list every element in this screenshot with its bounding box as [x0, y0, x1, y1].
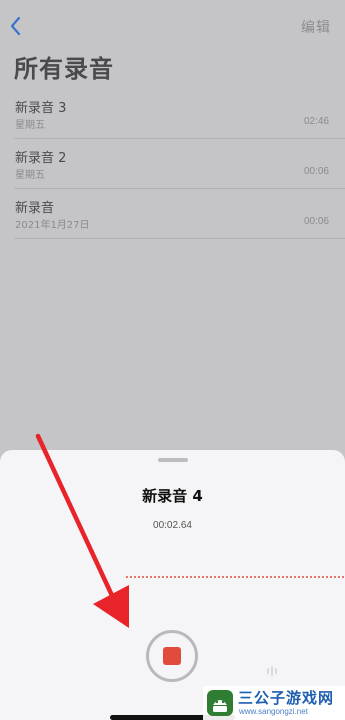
recording-name: 新录音 2: [15, 151, 67, 166]
recording-name: 新录音 3: [15, 101, 67, 116]
stop-recording-button[interactable]: [146, 630, 198, 682]
audio-waveform: [125, 576, 345, 578]
voice-memos-screen: 编辑 所有录音 新录音 3 星期五 02:46 新录音 2 星期五 00:06 …: [0, 0, 345, 720]
recording-name: 新录音: [15, 201, 55, 216]
recording-timer: 00:02.64: [153, 520, 192, 531]
android-logo-icon: [207, 690, 233, 716]
recording-duration: 00:06: [303, 166, 329, 177]
recording-sheet: 新录音 4 00:02.64: [0, 450, 345, 720]
chevron-left-icon[interactable]: [8, 15, 22, 37]
recording-duration: 02:46: [303, 116, 329, 127]
recording-item[interactable]: 新录音 2021年1月27日 00:06: [14, 189, 345, 239]
watermark-title: 三公子游戏网: [238, 689, 335, 707]
recording-item[interactable]: 新录音 2 星期五 00:06: [14, 139, 345, 189]
edit-button[interactable]: 编辑: [301, 17, 331, 37]
stop-icon: [163, 647, 181, 665]
watermark-url: www.sangongzi.net: [239, 707, 308, 716]
recordings-list: 新录音 3 星期五 02:46 新录音 2 星期五 00:06 新录音 2021…: [0, 89, 345, 239]
recording-date: 星期五: [15, 120, 45, 131]
recording-duration: 00:06: [303, 216, 329, 227]
sheet-grabber[interactable]: [158, 458, 188, 462]
recording-item[interactable]: 新录音 3 星期五 02:46: [14, 89, 345, 139]
site-watermark: 三公子游戏网 www.sangongzi.net: [203, 686, 345, 720]
waveform-icon[interactable]: [265, 664, 279, 678]
recording-date: 2021年1月27日: [15, 220, 90, 231]
recording-date: 星期五: [15, 170, 45, 181]
page-title: 所有录音: [14, 55, 114, 83]
recording-title: 新录音 4: [142, 487, 203, 505]
